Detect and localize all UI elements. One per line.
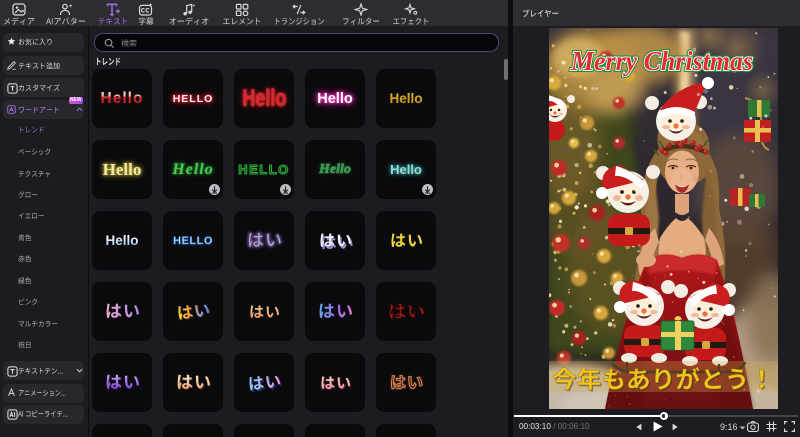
svg-text:Merry Christmas: Merry Christmas [570,46,753,76]
